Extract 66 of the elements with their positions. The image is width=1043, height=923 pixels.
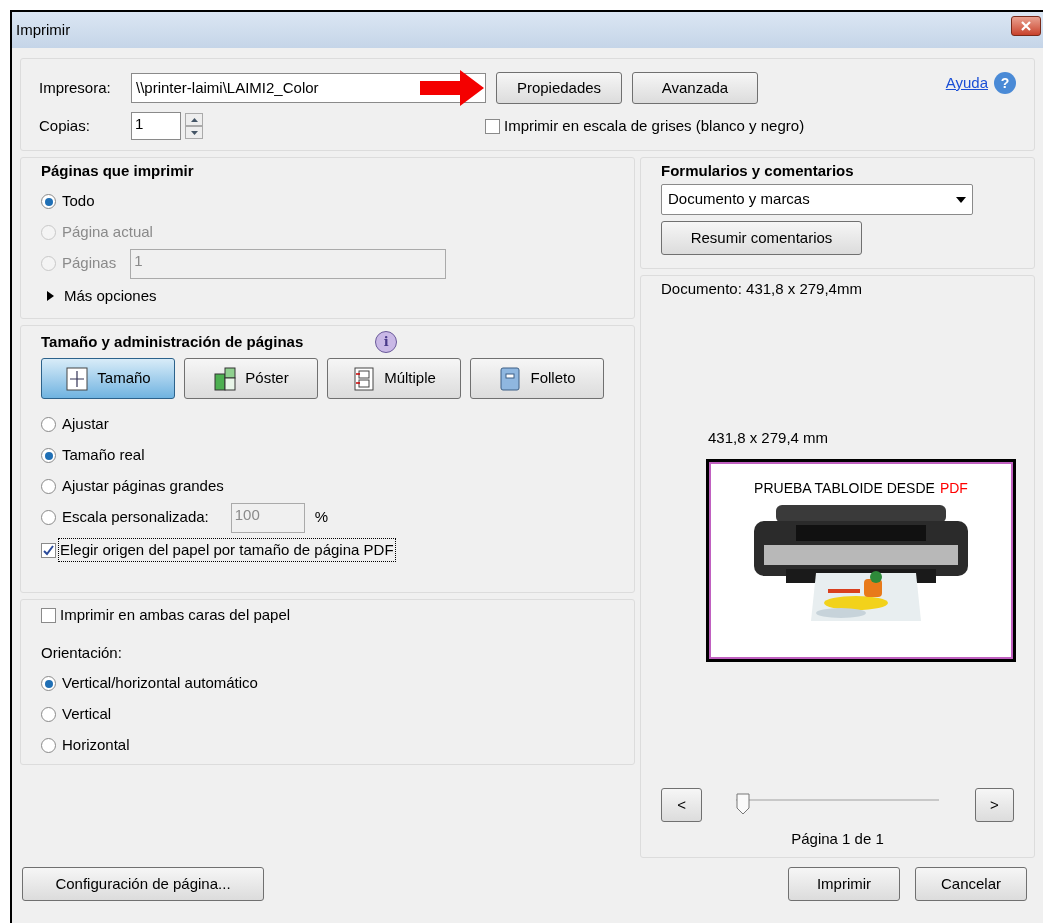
radio-label: Escala personalizada:	[62, 507, 209, 528]
booklet-icon	[498, 365, 523, 392]
checkbox-label: Elegir origen del papel por tamaño de página PDF	[58, 537, 396, 563]
checkbox-label: Imprimir en ambas caras del papel	[60, 604, 291, 625]
percent-label: %	[314, 507, 329, 528]
printer-label: Impresora:	[39, 77, 112, 98]
checkbox[interactable]	[41, 607, 56, 623]
page-slider[interactable]	[736, 793, 939, 817]
previous-button[interactable]: <	[661, 788, 703, 822]
radio-button[interactable]	[41, 194, 56, 209]
slider-thumb[interactable]	[736, 793, 751, 815]
orientation-label: Orientación:	[41, 643, 123, 663]
cancel-button[interactable]: Cancelar	[915, 867, 1027, 901]
summarize-button[interactable]: Resumir comentarios	[661, 221, 862, 255]
dropdown-icon	[956, 196, 966, 203]
checkbox[interactable]	[485, 118, 500, 134]
page-heading-accent: PDF	[939, 479, 968, 498]
dialog-button[interactable]: Propiedades	[496, 72, 622, 104]
forms-select[interactable]: Documento y marcas	[661, 184, 973, 215]
page-heading: PRUEBA TABLOIDE DESDE	[754, 479, 935, 498]
next-button[interactable]: >	[974, 788, 1014, 822]
page-size-label: 431,8 x 279,4 mm	[708, 427, 830, 448]
grayscale-label: Imprimir en escala de grises (blanco y negro)	[504, 115, 805, 136]
tiles-icon	[213, 365, 238, 392]
radio-button[interactable]	[41, 448, 56, 463]
radio-label: Páginas	[62, 253, 117, 274]
help-icon[interactable]: ?	[994, 72, 1016, 94]
section-title: Formularios y comentarios	[661, 161, 855, 181]
page-counter: Página 1 de 1	[791, 829, 884, 849]
section-title: Páginas que imprimir	[41, 161, 195, 181]
radio-label: Vertical/horizontal automático	[62, 673, 258, 694]
copies-label: Copias:	[39, 115, 91, 136]
page-setup-button[interactable]: Configuración de página...	[22, 867, 264, 901]
radio-button[interactable]	[41, 417, 56, 432]
help-link[interactable]: Ayuda	[945, 72, 988, 95]
radio-button[interactable]	[41, 510, 56, 525]
printer-select[interactable]: \\printer-laimi\LAIMI2_Color	[131, 73, 486, 103]
checkbox[interactable]	[41, 542, 56, 558]
radio-label: Horizontal	[62, 735, 130, 756]
radio-label: Todo	[62, 191, 95, 212]
info-icon[interactable]: i	[375, 331, 398, 353]
radio-label: Ajustar	[62, 414, 109, 435]
radio-button[interactable]	[41, 707, 56, 722]
dialog-button[interactable]: Avanzada	[632, 72, 758, 104]
radio-label: Tamaño real	[62, 445, 145, 466]
mode-button[interactable]: Múltiple	[327, 358, 461, 399]
section-title: Tamaño y administración de páginas	[41, 331, 304, 352]
radio-label: Vertical	[62, 704, 112, 725]
radio-button[interactable]	[41, 738, 56, 753]
radio-label: Página actual	[62, 222, 153, 243]
more-options-label[interactable]: Más opciones	[64, 284, 157, 308]
resize-icon	[65, 365, 90, 392]
radio-button[interactable]	[41, 479, 56, 494]
mode-button[interactable]: Folleto	[470, 358, 604, 399]
pages-icon	[352, 365, 377, 392]
mode-button[interactable]: Póster	[184, 358, 318, 399]
mode-button[interactable]: Tamaño	[41, 358, 175, 399]
document-size-label: Documento: 431,8 x 279,4mm	[661, 279, 863, 299]
close-button[interactable]	[1011, 16, 1041, 36]
radio-button[interactable]	[41, 676, 56, 691]
print-button[interactable]: Imprimir	[788, 867, 900, 901]
arrow-icon	[420, 70, 484, 106]
expand-icon[interactable]	[47, 291, 54, 301]
window-title: Imprimir	[16, 19, 71, 40]
radio-label: Ajustar páginas grandes	[62, 476, 224, 497]
close-icon	[1021, 21, 1031, 31]
